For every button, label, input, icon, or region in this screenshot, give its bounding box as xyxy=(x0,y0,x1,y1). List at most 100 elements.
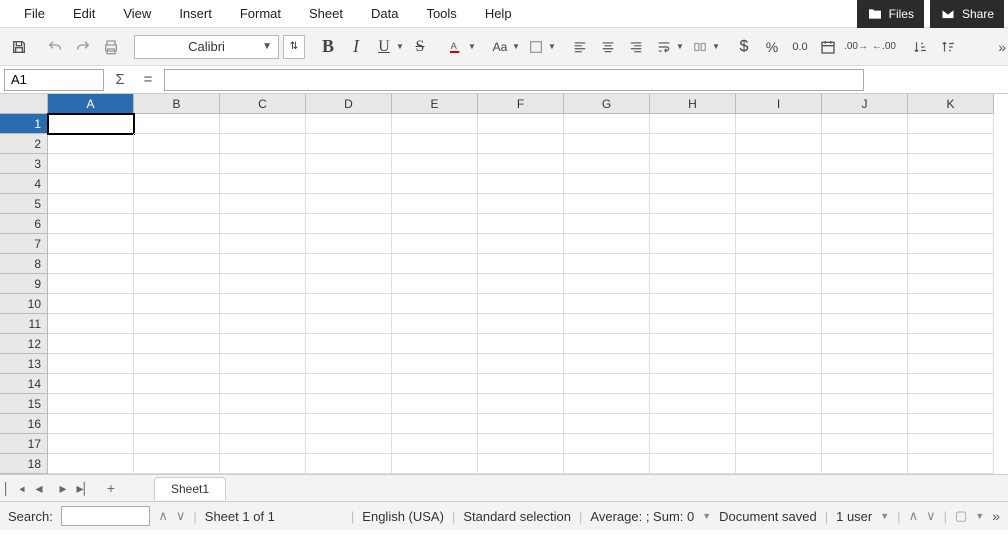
user-count[interactable]: 1 user xyxy=(836,509,872,524)
cell[interactable] xyxy=(736,354,822,374)
cell[interactable] xyxy=(134,134,220,154)
cell[interactable] xyxy=(822,374,908,394)
cell[interactable] xyxy=(220,234,306,254)
row-header-10[interactable]: 10 xyxy=(0,294,48,314)
cell[interactable] xyxy=(48,314,134,334)
prev-sheet-icon[interactable]: ◂ xyxy=(28,477,50,499)
cell[interactable] xyxy=(306,134,392,154)
cell[interactable] xyxy=(220,254,306,274)
cell[interactable] xyxy=(908,174,994,194)
cell[interactable] xyxy=(564,354,650,374)
row-header-4[interactable]: 4 xyxy=(0,174,48,194)
cell[interactable] xyxy=(48,254,134,274)
cell[interactable] xyxy=(736,334,822,354)
cell[interactable] xyxy=(220,314,306,334)
cell[interactable] xyxy=(478,274,564,294)
first-sheet-icon[interactable]: ⎸◂ xyxy=(4,477,26,499)
cell[interactable] xyxy=(908,214,994,234)
sidebar-toggle-icon[interactable]: ▢ xyxy=(955,508,967,524)
chevron-down-icon[interactable]: ▼ xyxy=(702,511,711,521)
cell[interactable] xyxy=(306,254,392,274)
menu-tools[interactable]: Tools xyxy=(412,2,470,25)
merge-dropdown-icon[interactable]: ▼ xyxy=(711,34,721,60)
cell[interactable] xyxy=(478,434,564,454)
cell[interactable] xyxy=(478,214,564,234)
cell[interactable] xyxy=(478,374,564,394)
cell[interactable] xyxy=(134,314,220,334)
sort-asc-icon[interactable] xyxy=(907,34,933,60)
sheet-tab-sheet1[interactable]: Sheet1 xyxy=(154,477,226,500)
cell[interactable] xyxy=(134,154,220,174)
search-prev-icon[interactable]: ∧ xyxy=(158,508,168,524)
highlight-dropdown-icon[interactable]: ▼ xyxy=(547,34,557,60)
menu-sheet[interactable]: Sheet xyxy=(295,2,357,25)
cell[interactable] xyxy=(650,194,736,214)
cell[interactable] xyxy=(392,214,478,234)
cell[interactable] xyxy=(908,454,994,474)
cell[interactable] xyxy=(134,334,220,354)
cell[interactable] xyxy=(822,214,908,234)
cell[interactable] xyxy=(392,354,478,374)
cell[interactable] xyxy=(478,414,564,434)
percent-icon[interactable]: % xyxy=(759,34,785,60)
col-header-E[interactable]: E xyxy=(392,94,478,114)
cell[interactable] xyxy=(392,294,478,314)
cell[interactable] xyxy=(478,334,564,354)
text-case-icon[interactable]: Aa xyxy=(487,34,513,60)
font-size-select[interactable]: ⇅ xyxy=(283,35,305,59)
cell[interactable] xyxy=(220,334,306,354)
col-header-C[interactable]: C xyxy=(220,94,306,114)
cell[interactable] xyxy=(822,194,908,214)
merge-cells-icon[interactable] xyxy=(687,34,713,60)
cell[interactable] xyxy=(48,174,134,194)
cell[interactable] xyxy=(564,294,650,314)
cell[interactable] xyxy=(650,294,736,314)
menu-file[interactable]: File xyxy=(10,2,59,25)
row-header-14[interactable]: 14 xyxy=(0,374,48,394)
cell[interactable] xyxy=(48,214,134,234)
cells-container[interactable] xyxy=(48,114,1008,474)
sigma-icon[interactable]: Σ xyxy=(108,69,132,91)
cell[interactable] xyxy=(650,214,736,234)
chevron-down-icon[interactable]: ▼ xyxy=(975,511,984,521)
row-header-18[interactable]: 18 xyxy=(0,454,48,474)
cell[interactable] xyxy=(564,394,650,414)
zoom-prev-icon[interactable]: ∧ xyxy=(909,508,919,524)
cell[interactable] xyxy=(736,114,822,134)
cell[interactable] xyxy=(650,334,736,354)
cell[interactable] xyxy=(220,454,306,474)
cell[interactable] xyxy=(650,314,736,334)
col-header-D[interactable]: D xyxy=(306,94,392,114)
cell[interactable] xyxy=(736,214,822,234)
cell[interactable] xyxy=(48,134,134,154)
cell[interactable] xyxy=(908,114,994,134)
row-header-2[interactable]: 2 xyxy=(0,134,48,154)
cell[interactable] xyxy=(306,374,392,394)
cell[interactable] xyxy=(220,274,306,294)
row-header-9[interactable]: 9 xyxy=(0,274,48,294)
add-sheet-icon[interactable]: + xyxy=(100,477,122,499)
cell[interactable] xyxy=(306,274,392,294)
cell[interactable] xyxy=(306,154,392,174)
cell[interactable] xyxy=(392,254,478,274)
cell[interactable] xyxy=(48,114,134,134)
cell[interactable] xyxy=(220,354,306,374)
cell[interactable] xyxy=(736,154,822,174)
cell[interactable] xyxy=(306,354,392,374)
cell[interactable] xyxy=(908,154,994,174)
cell[interactable] xyxy=(822,254,908,274)
cell[interactable] xyxy=(736,274,822,294)
cell[interactable] xyxy=(478,194,564,214)
cell[interactable] xyxy=(822,314,908,334)
cell[interactable] xyxy=(908,434,994,454)
files-button[interactable]: Files xyxy=(857,0,924,30)
cell[interactable] xyxy=(822,174,908,194)
cell[interactable] xyxy=(392,234,478,254)
cell[interactable] xyxy=(650,354,736,374)
menu-help[interactable]: Help xyxy=(471,2,526,25)
cell[interactable] xyxy=(306,434,392,454)
cell[interactable] xyxy=(220,134,306,154)
cell[interactable] xyxy=(306,454,392,474)
cell[interactable] xyxy=(736,434,822,454)
col-header-I[interactable]: I xyxy=(736,94,822,114)
